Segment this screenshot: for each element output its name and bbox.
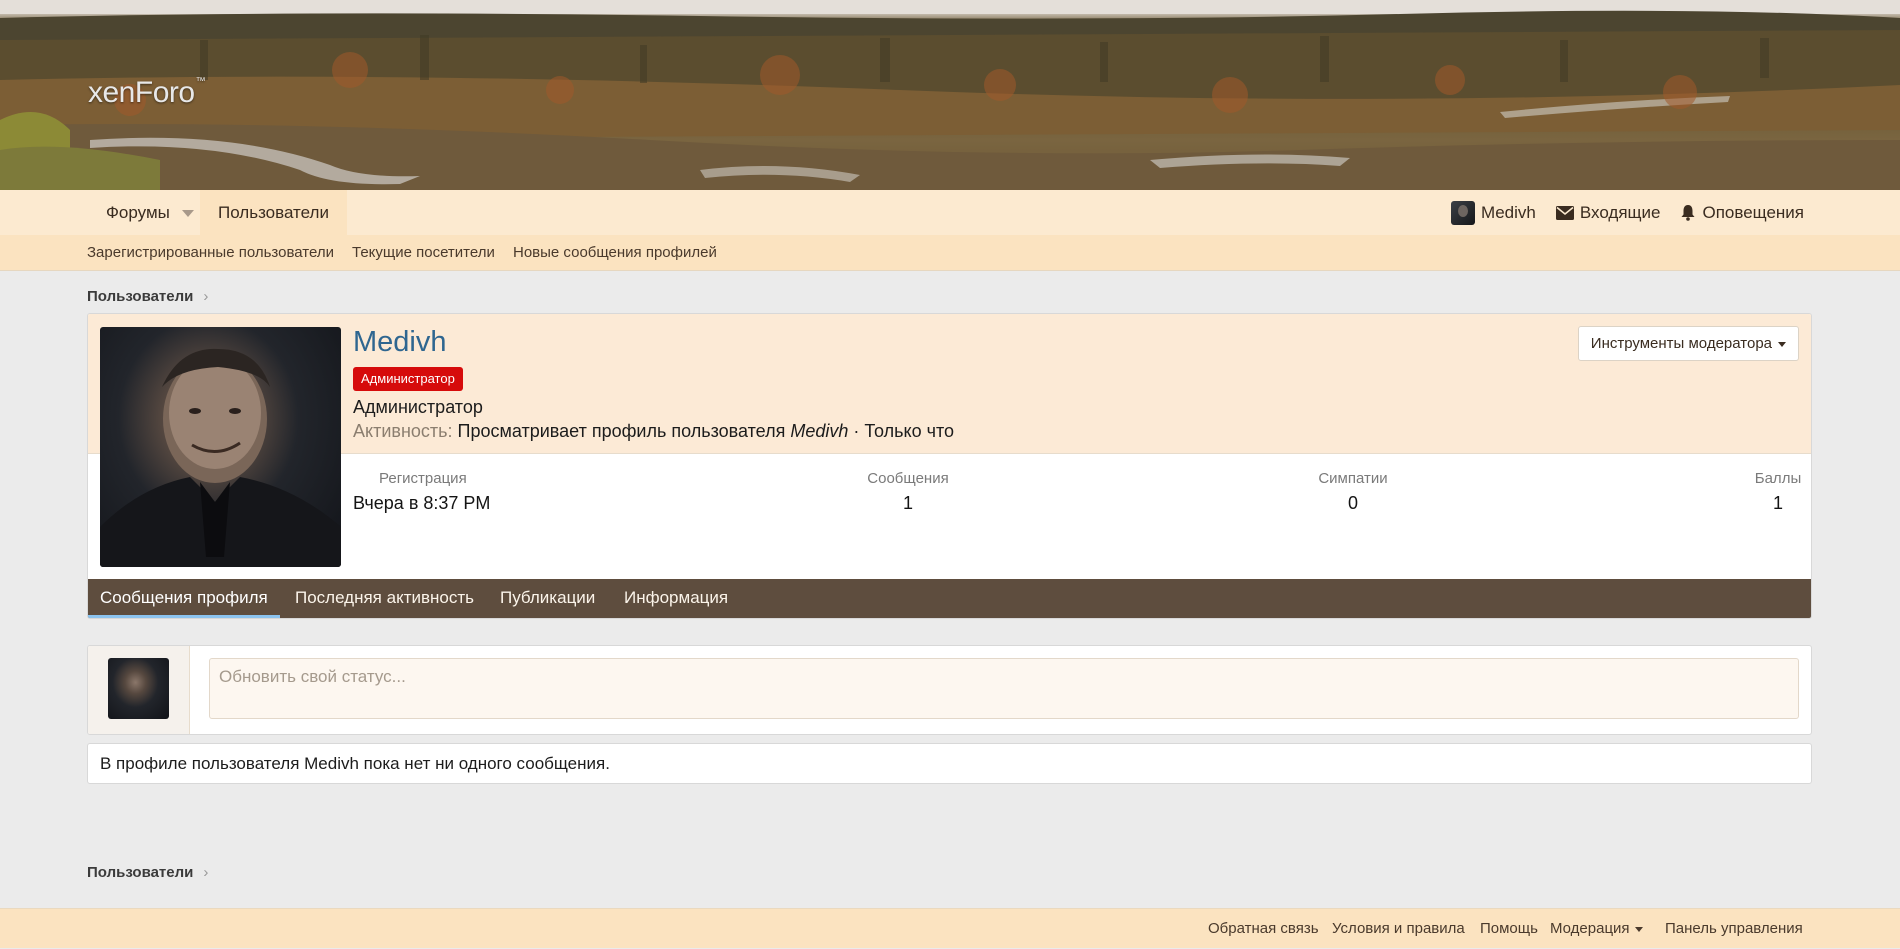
profile-tabs: Сообщения профиля Последняя активность П…	[88, 579, 1811, 618]
moderator-tools-button[interactable]: Инструменты модератора	[1577, 326, 1799, 361]
nav-tab-members[interactable]: Пользователи	[200, 190, 347, 235]
nav-user-area: Medivh Входящие Оповещения	[1451, 190, 1804, 235]
activity-text: Просматривает профиль пользователя	[457, 421, 786, 441]
subnav-item-new-profile-posts[interactable]: Новые сообщения профилей	[513, 235, 717, 271]
footer-link-terms[interactable]: Условия и правила	[1332, 909, 1465, 949]
user-role-badge: Администратор	[353, 367, 463, 391]
chevron-down-icon	[1778, 341, 1786, 347]
nav-tab-forums[interactable]: Форумы	[88, 190, 208, 235]
envelope-icon	[1555, 205, 1574, 220]
status-update-box: Обновить свой статус...	[87, 645, 1812, 735]
header-banner: xenForo™	[0, 0, 1900, 190]
activity-user[interactable]: Medivh	[790, 421, 848, 441]
user-menu-link[interactable]: Medivh	[1451, 200, 1536, 225]
breadcrumb-link-members[interactable]: Пользователи	[87, 864, 193, 881]
nav-tab-forums-label: Форумы	[106, 203, 170, 222]
stat-value: 0	[1347, 493, 1358, 513]
stat-value: 1	[902, 493, 913, 513]
alerts-link[interactable]: Оповещения	[1680, 203, 1804, 223]
stat-label: Симпатии	[1318, 470, 1388, 487]
main-nav: Форумы Пользователи Medivh Входящие Опов…	[0, 190, 1900, 235]
breadcrumb-link-members[interactable]: Пользователи	[87, 288, 193, 305]
nav-tab-members-label: Пользователи	[218, 203, 329, 222]
stat-label: Баллы	[1754, 470, 1802, 487]
breadcrumb-separator: ›	[203, 864, 209, 881]
stat-registration: Регистрация Вчера в 8:37 PM	[353, 470, 493, 514]
avatar[interactable]	[108, 658, 169, 719]
stat-value: Вчера в 8:37 PM	[353, 493, 491, 513]
alerts-label: Оповещения	[1702, 202, 1804, 222]
site-logo[interactable]: xenForo™	[88, 76, 206, 110]
footer: Обратная связь Условия и правила Помощь …	[0, 908, 1900, 948]
breadcrumb-separator: ›	[203, 288, 209, 305]
avatar	[1451, 200, 1476, 225]
profile-username[interactable]: Medivh	[353, 326, 447, 359]
activity-time: · Только что	[853, 421, 955, 441]
stat-likes[interactable]: Симпатии 0	[1303, 470, 1403, 514]
profile-header: Medivh Администратор Администратор Актив…	[87, 313, 1812, 619]
footer-link-admin-panel[interactable]: Панель управления	[1665, 909, 1803, 949]
tab-postings[interactable]: Публикации	[500, 579, 595, 618]
landscape-image	[0, 0, 1900, 190]
footer-link-help[interactable]: Помощь	[1480, 909, 1538, 949]
status-input[interactable]: Обновить свой статус...	[209, 658, 1799, 719]
inbox-label: Входящие	[1579, 202, 1661, 222]
footer-link-moderation-label: Модерация	[1550, 920, 1630, 937]
stat-messages[interactable]: Сообщения 1	[858, 470, 958, 514]
breadcrumb: Пользователи ›	[87, 288, 208, 305]
stat-label: Регистрация	[379, 470, 467, 487]
user-menu-label: Medivh	[1481, 202, 1536, 222]
sub-nav: Зарегистрированные пользователи Текущие …	[0, 235, 1900, 271]
chevron-down-icon[interactable]	[181, 210, 194, 217]
profile-avatar[interactable]	[100, 327, 341, 567]
inbox-link[interactable]: Входящие	[1555, 202, 1661, 223]
stat-value: 1	[1772, 493, 1783, 513]
footer-link-moderation[interactable]: Модерация	[1550, 909, 1643, 949]
tab-profile-posts[interactable]: Сообщения профиля	[88, 579, 280, 618]
stat-label: Сообщения	[867, 470, 949, 487]
no-profile-posts-message: В профиле пользователя Medivh пока нет н…	[87, 743, 1812, 784]
breadcrumb-bottom: Пользователи ›	[87, 864, 208, 881]
logo-text: xenForo	[88, 76, 195, 109]
subnav-item-registered-members[interactable]: Зарегистрированные пользователи	[87, 235, 334, 271]
subnav-item-current-visitors[interactable]: Текущие посетители	[352, 235, 495, 271]
tab-recent-activity[interactable]: Последняя активность	[295, 579, 474, 618]
chevron-down-icon	[1634, 926, 1643, 932]
logo-trademark: ™	[195, 76, 206, 87]
user-activity: Активность: Просматривает профиль пользо…	[353, 421, 954, 442]
status-avatar-column	[88, 646, 190, 734]
stat-points[interactable]: Баллы 1	[1748, 470, 1808, 514]
activity-label: Активность:	[353, 421, 453, 441]
bell-icon	[1681, 205, 1695, 221]
avatar-portrait	[100, 348, 341, 567]
tab-information[interactable]: Информация	[624, 579, 728, 618]
footer-link-contact[interactable]: Обратная связь	[1208, 909, 1319, 949]
moderator-tools-label: Инструменты модератора	[1590, 335, 1772, 352]
user-title: Администратор	[353, 397, 483, 417]
